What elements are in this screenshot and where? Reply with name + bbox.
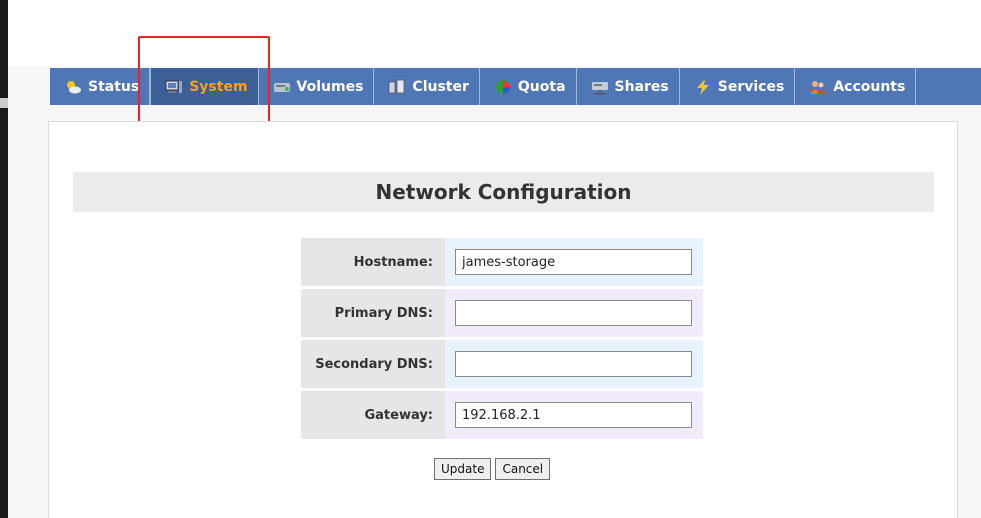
tab-accounts[interactable]: Accounts <box>795 68 917 105</box>
form-buttons: Update Cancel <box>434 458 551 480</box>
tab-label: Cluster <box>412 78 469 95</box>
pie-chart-icon <box>495 79 510 94</box>
page-top-background <box>8 0 981 66</box>
edge-block <box>0 98 8 108</box>
secondary-dns-input[interactable] <box>455 351 692 377</box>
tab-shares[interactable]: Shares <box>577 68 680 105</box>
tab-label: System <box>189 78 248 95</box>
hostname-input[interactable] <box>455 249 692 275</box>
secondary-dns-label: Secondary DNS: <box>301 340 445 388</box>
cluster-icon <box>389 79 405 93</box>
tab-label: Services <box>717 78 785 95</box>
gateway-label: Gateway: <box>301 391 445 439</box>
primary-dns-input[interactable] <box>455 300 692 326</box>
tab-system[interactable]: System <box>150 68 259 105</box>
form-row-secondary-dns: Secondary DNS: <box>301 340 703 388</box>
tab-label: Status <box>88 78 140 95</box>
update-button[interactable]: Update <box>434 458 492 480</box>
form-row-primary-dns: Primary DNS: <box>301 289 703 337</box>
left-window-edge <box>0 0 8 518</box>
tab-label: Shares <box>614 78 669 95</box>
tab-volumes[interactable]: Volumes <box>259 68 375 105</box>
users-icon <box>810 80 827 94</box>
tab-status[interactable]: Status <box>50 68 151 105</box>
cancel-button[interactable]: Cancel <box>495 458 551 480</box>
weather-icon <box>67 80 81 93</box>
primary-dns-label: Primary DNS: <box>301 289 445 337</box>
tab-label: Accounts <box>833 78 906 95</box>
form-row-gateway: Gateway: <box>301 391 703 439</box>
primary-dns-cell <box>445 289 703 337</box>
secondary-dns-cell <box>445 340 703 388</box>
disk-drive-icon <box>273 82 290 92</box>
gateway-cell <box>445 391 703 439</box>
lightning-icon <box>696 78 709 95</box>
tab-quota[interactable]: Quota <box>480 68 577 105</box>
tab-label: Volumes <box>296 78 364 95</box>
network-drive-icon <box>591 81 608 94</box>
network-config-form: Hostname: Primary DNS: Secondary DNS: Ga… <box>301 235 703 442</box>
content-panel: Network Configuration Hostname: Primary … <box>48 121 958 518</box>
page-title: Network Configuration <box>73 172 934 212</box>
hostname-label: Hostname: <box>301 238 445 286</box>
tab-services[interactable]: Services <box>680 68 796 105</box>
computer-icon <box>165 80 183 93</box>
form-row-hostname: Hostname: <box>301 238 703 286</box>
tab-label: Quota <box>517 78 566 95</box>
gateway-input[interactable] <box>455 402 692 428</box>
hostname-cell <box>445 238 703 286</box>
tab-cluster[interactable]: Cluster <box>374 68 480 105</box>
main-tab-bar: Status System Volumes Cluster Quota Shar… <box>50 68 981 105</box>
